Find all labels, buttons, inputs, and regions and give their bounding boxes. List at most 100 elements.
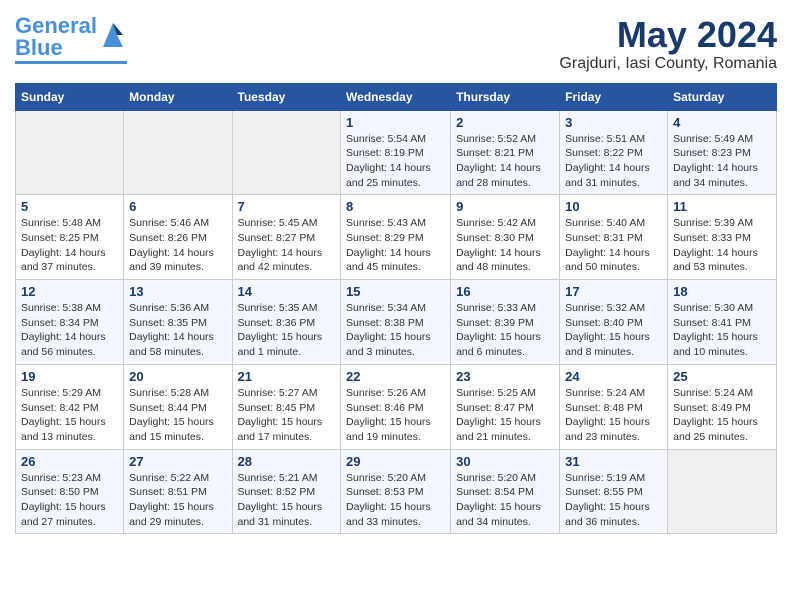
- header-sunday: Sunday: [16, 83, 124, 110]
- week-row-4: 19Sunrise: 5:29 AM Sunset: 8:42 PM Dayli…: [16, 364, 777, 449]
- day-cell: 27Sunrise: 5:22 AM Sunset: 8:51 PM Dayli…: [124, 449, 232, 534]
- day-number: 17: [565, 284, 662, 299]
- day-info: Sunrise: 5:34 AM Sunset: 8:38 PM Dayligh…: [346, 301, 445, 360]
- day-number: 11: [673, 199, 771, 214]
- day-number: 20: [129, 369, 226, 384]
- day-info: Sunrise: 5:26 AM Sunset: 8:46 PM Dayligh…: [346, 386, 445, 445]
- day-number: 30: [456, 454, 554, 469]
- day-cell: 24 Sunrise: 5:24 AM Sunset: 8:48 PM Dayli…: [560, 364, 668, 449]
- day-cell: 22 Sunrise: 5:26 AM Sunset: 8:46 PM Dayli…: [341, 364, 451, 449]
- day-cell: 25 Sunrise: 5:24 AM Sunset: 8:49 PM Dayli…: [668, 364, 777, 449]
- day-info: Sunrise: 5:29 AM Sunset: 8:42 PM Dayligh…: [21, 386, 118, 445]
- day-info: Sunrise: 5:39 AM Sunset: 8:33 PM Dayligh…: [673, 216, 771, 275]
- day-cell: 3 Sunrise: 5:51 AM Sunset: 8:22 PM Daylig…: [560, 110, 668, 195]
- logo: General Blue: [15, 15, 127, 64]
- calendar-header-row: SundayMondayTuesdayWednesdayThursdayFrid…: [16, 83, 777, 110]
- day-number: 23: [456, 369, 554, 384]
- header-thursday: Thursday: [451, 83, 560, 110]
- calendar-table: SundayMondayTuesdayWednesdayThursdayFrid…: [15, 83, 777, 535]
- day-number: 8: [346, 199, 445, 214]
- day-cell: 7 Sunrise: 5:45 AM Sunset: 8:27 PM Daylig…: [232, 195, 341, 280]
- day-cell: 6 Sunrise: 5:46 AM Sunset: 8:26 PM Daylig…: [124, 195, 232, 280]
- day-cell: 5Sunrise: 5:48 AM Sunset: 8:25 PM Daylig…: [16, 195, 124, 280]
- day-info: Sunrise: 5:24 AM Sunset: 8:49 PM Dayligh…: [673, 386, 771, 445]
- day-info: Sunrise: 5:22 AM Sunset: 8:51 PM Dayligh…: [129, 471, 226, 530]
- header-monday: Monday: [124, 83, 232, 110]
- day-cell: [232, 110, 341, 195]
- day-cell: 2 Sunrise: 5:52 AM Sunset: 8:21 PM Daylig…: [451, 110, 560, 195]
- day-number: 4: [673, 115, 771, 130]
- day-number: 10: [565, 199, 662, 214]
- day-number: 31: [565, 454, 662, 469]
- day-info: Sunrise: 5:40 AM Sunset: 8:31 PM Dayligh…: [565, 216, 662, 275]
- day-info: Sunrise: 5:25 AM Sunset: 8:47 PM Dayligh…: [456, 386, 554, 445]
- day-info: Sunrise: 5:43 AM Sunset: 8:29 PM Dayligh…: [346, 216, 445, 275]
- day-info: Sunrise: 5:52 AM Sunset: 8:21 PM Dayligh…: [456, 132, 554, 191]
- day-cell: 28Sunrise: 5:21 AM Sunset: 8:52 PM Dayli…: [232, 449, 341, 534]
- day-cell: [124, 110, 232, 195]
- day-number: 14: [238, 284, 336, 299]
- day-number: 18: [673, 284, 771, 299]
- day-number: 6: [129, 199, 226, 214]
- day-cell: 8 Sunrise: 5:43 AM Sunset: 8:29 PM Daylig…: [341, 195, 451, 280]
- day-info: Sunrise: 5:20 AM Sunset: 8:53 PM Dayligh…: [346, 471, 445, 530]
- day-info: Sunrise: 5:27 AM Sunset: 8:45 PM Dayligh…: [238, 386, 336, 445]
- day-cell: 31 Sunrise: 5:19 AM Sunset: 8:55 PM Dayli…: [560, 449, 668, 534]
- day-cell: 17 Sunrise: 5:32 AM Sunset: 8:40 PM Dayli…: [560, 280, 668, 365]
- day-info: Sunrise: 5:19 AM Sunset: 8:55 PM Dayligh…: [565, 471, 662, 530]
- day-cell: 4Sunrise: 5:49 AM Sunset: 8:23 PM Daylig…: [668, 110, 777, 195]
- day-number: 12: [21, 284, 118, 299]
- day-cell: 23 Sunrise: 5:25 AM Sunset: 8:47 PM Dayli…: [451, 364, 560, 449]
- day-number: 21: [238, 369, 336, 384]
- day-info: Sunrise: 5:30 AM Sunset: 8:41 PM Dayligh…: [673, 301, 771, 360]
- logo-blue: Blue: [15, 35, 63, 60]
- month-title: May 2024: [559, 15, 777, 55]
- day-info: Sunrise: 5:21 AM Sunset: 8:52 PM Dayligh…: [238, 471, 336, 530]
- week-row-3: 12 Sunrise: 5:38 AM Sunset: 8:34 PM Dayli…: [16, 280, 777, 365]
- week-row-2: 5Sunrise: 5:48 AM Sunset: 8:25 PM Daylig…: [16, 195, 777, 280]
- day-cell: 10 Sunrise: 5:40 AM Sunset: 8:31 PM Dayli…: [560, 195, 668, 280]
- day-cell: 16Sunrise: 5:33 AM Sunset: 8:39 PM Dayli…: [451, 280, 560, 365]
- day-number: 22: [346, 369, 445, 384]
- day-cell: [16, 110, 124, 195]
- day-info: Sunrise: 5:51 AM Sunset: 8:22 PM Dayligh…: [565, 132, 662, 191]
- day-number: 7: [238, 199, 336, 214]
- day-cell: 15 Sunrise: 5:34 AM Sunset: 8:38 PM Dayli…: [341, 280, 451, 365]
- day-info: Sunrise: 5:46 AM Sunset: 8:26 PM Dayligh…: [129, 216, 226, 275]
- day-info: Sunrise: 5:23 AM Sunset: 8:50 PM Dayligh…: [21, 471, 118, 530]
- day-info: Sunrise: 5:24 AM Sunset: 8:48 PM Dayligh…: [565, 386, 662, 445]
- day-cell: 29 Sunrise: 5:20 AM Sunset: 8:53 PM Dayli…: [341, 449, 451, 534]
- day-cell: 13Sunrise: 5:36 AM Sunset: 8:35 PM Dayli…: [124, 280, 232, 365]
- day-cell: 20 Sunrise: 5:28 AM Sunset: 8:44 PM Dayli…: [124, 364, 232, 449]
- day-number: 25: [673, 369, 771, 384]
- day-info: Sunrise: 5:32 AM Sunset: 8:40 PM Dayligh…: [565, 301, 662, 360]
- day-number: 5: [21, 199, 118, 214]
- day-info: Sunrise: 5:28 AM Sunset: 8:44 PM Dayligh…: [129, 386, 226, 445]
- day-info: Sunrise: 5:36 AM Sunset: 8:35 PM Dayligh…: [129, 301, 226, 360]
- day-number: 9: [456, 199, 554, 214]
- day-info: Sunrise: 5:54 AM Sunset: 8:19 PM Dayligh…: [346, 132, 445, 191]
- day-cell: 19Sunrise: 5:29 AM Sunset: 8:42 PM Dayli…: [16, 364, 124, 449]
- location: Grajduri, Iasi County, Romania: [559, 55, 777, 73]
- title-block: May 2024 Grajduri, Iasi County, Romania: [559, 15, 777, 73]
- day-info: Sunrise: 5:42 AM Sunset: 8:30 PM Dayligh…: [456, 216, 554, 275]
- day-number: 29: [346, 454, 445, 469]
- day-cell: 11 Sunrise: 5:39 AM Sunset: 8:33 PM Dayli…: [668, 195, 777, 280]
- day-cell: 12 Sunrise: 5:38 AM Sunset: 8:34 PM Dayli…: [16, 280, 124, 365]
- day-number: 26: [21, 454, 118, 469]
- day-info: Sunrise: 5:38 AM Sunset: 8:34 PM Dayligh…: [21, 301, 118, 360]
- header-friday: Friday: [560, 83, 668, 110]
- day-number: 3: [565, 115, 662, 130]
- week-row-5: 26 Sunrise: 5:23 AM Sunset: 8:50 PM Dayli…: [16, 449, 777, 534]
- day-cell: 21 Sunrise: 5:27 AM Sunset: 8:45 PM Dayli…: [232, 364, 341, 449]
- day-number: 24: [565, 369, 662, 384]
- day-info: Sunrise: 5:45 AM Sunset: 8:27 PM Dayligh…: [238, 216, 336, 275]
- logo-text: General Blue: [15, 15, 97, 59]
- day-cell: 9 Sunrise: 5:42 AM Sunset: 8:30 PM Daylig…: [451, 195, 560, 280]
- day-cell: 1Sunrise: 5:54 AM Sunset: 8:19 PM Daylig…: [341, 110, 451, 195]
- day-info: Sunrise: 5:35 AM Sunset: 8:36 PM Dayligh…: [238, 301, 336, 360]
- day-number: 15: [346, 284, 445, 299]
- header-saturday: Saturday: [668, 83, 777, 110]
- header-wednesday: Wednesday: [341, 83, 451, 110]
- day-number: 2: [456, 115, 554, 130]
